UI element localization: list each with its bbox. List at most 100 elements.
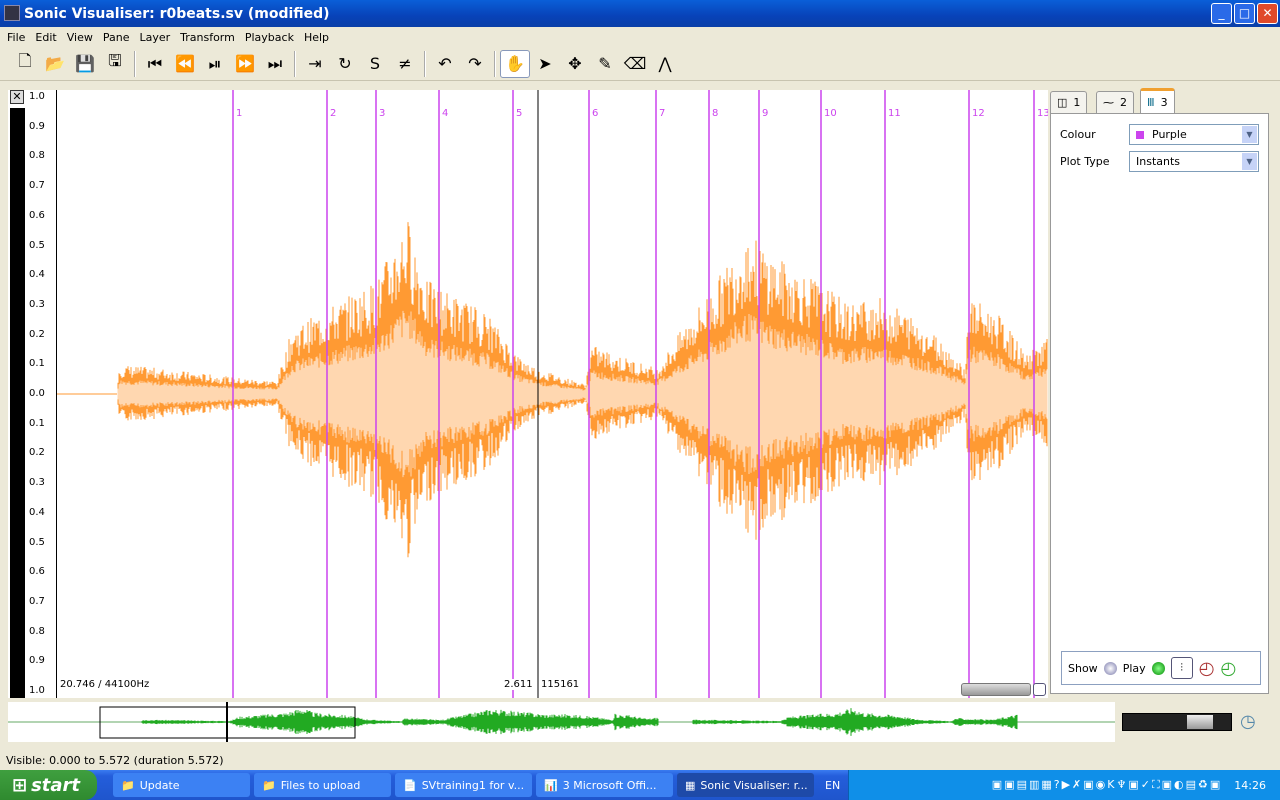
pane-side-bar (10, 108, 25, 698)
task-label: Update (139, 778, 180, 792)
start-button[interactable]: ⊞ start (0, 770, 97, 800)
move-icon[interactable]: ✥ (560, 50, 590, 78)
beat-label: 13 (1037, 108, 1048, 119)
instants-icon: Ⅲ (1147, 95, 1155, 109)
undo-icon[interactable]: ↶ (430, 50, 460, 78)
taskbar-item[interactable]: 📁 Update (113, 773, 250, 797)
scale-tick: 0.4 (29, 269, 45, 281)
scale-tick: 0.1 (29, 417, 45, 429)
menu-edit[interactable]: Edit (35, 31, 56, 44)
scale-tick: 0.3 (29, 298, 45, 310)
tab-label: 1 (1073, 96, 1081, 109)
beat-label: 3 (379, 108, 385, 119)
minimize-button[interactable]: _ (1211, 3, 1232, 24)
colour-label: Colour (1060, 128, 1096, 141)
close-pane-icon[interactable]: ✕ (10, 90, 24, 104)
new-file-icon[interactable]: 🗋 (10, 50, 40, 78)
taskbar-item[interactable]: 📄 SVtraining1 for v... (395, 773, 532, 797)
tab-label: 2 (1120, 96, 1127, 109)
taskbar-item[interactable]: 📊 3 Microsoft Offi... (536, 773, 673, 797)
menu-pane[interactable]: Pane (103, 31, 130, 44)
solo-icon[interactable]: S (360, 50, 390, 78)
scale-tick: 0.9 (29, 655, 45, 667)
app-icon (4, 5, 20, 21)
task-icon: 📄 (403, 778, 417, 792)
scale-tick: 0.7 (29, 595, 45, 607)
playback-speed-slider[interactable] (1122, 713, 1232, 731)
scale-tick: 0.8 (29, 625, 45, 637)
overview-pane[interactable] (8, 702, 1115, 742)
task-icon: ▦ (685, 778, 696, 792)
play-selection-icon[interactable]: ⇥ (300, 50, 330, 78)
fast-forward-end-icon[interactable]: ⏭ (260, 50, 290, 78)
navigate-hand-icon[interactable]: ✋ (500, 49, 530, 78)
show-label: Show (1068, 661, 1098, 675)
zoom-wheel[interactable] (961, 683, 1031, 696)
scale-tick: 0.8 (29, 150, 45, 162)
save-icon[interactable]: 💾 (70, 50, 100, 78)
scale-tick: 0.1 (29, 358, 45, 370)
task-icon: 📁 (262, 778, 276, 792)
menu-transform[interactable]: Transform (180, 31, 235, 44)
scale-tick: 0.7 (29, 180, 45, 192)
chevron-down-icon: ▼ (1242, 153, 1257, 170)
taskbar-item[interactable]: ▦ Sonic Visualiser: r... (677, 773, 814, 797)
task-label: 3 Microsoft Offi... (562, 778, 657, 792)
waveform-icon: ⁓ (1103, 96, 1114, 109)
plugin-settings-icon[interactable]: ⫶ (1170, 657, 1193, 679)
loop-icon[interactable]: ↻ (330, 50, 360, 78)
beat-label: 6 (592, 108, 598, 119)
speed-dial-icon[interactable]: ◷ (1240, 711, 1256, 732)
taskbar-item[interactable]: 📁 Files to upload (254, 773, 391, 797)
play-toggle[interactable] (1151, 661, 1165, 675)
speed-icon[interactable]: ≠ (390, 50, 420, 78)
slider-handle[interactable] (1187, 715, 1213, 729)
menu-bar: File Edit View Pane Layer Transform Playback He… (0, 27, 1280, 47)
rewind-icon[interactable]: ⏪ (170, 50, 200, 78)
show-toggle[interactable] (1103, 661, 1117, 675)
plot-type-select[interactable]: Instants ▼ (1129, 151, 1259, 172)
measure-icon[interactable]: ⋀ (650, 50, 680, 78)
pan-dial-icon[interactable]: ◴ (1220, 658, 1236, 679)
rewind-start-icon[interactable]: ⏮ (140, 50, 170, 78)
tab-waveform-2[interactable]: ⁓ 2 (1096, 91, 1134, 113)
menu-help[interactable]: Help (304, 31, 329, 44)
menu-view[interactable]: View (67, 31, 93, 44)
select-arrow-icon[interactable]: ➤ (530, 50, 560, 78)
colour-value: Purple (1152, 128, 1187, 141)
scale-tick: 0.2 (29, 447, 45, 459)
close-button[interactable]: ✕ (1257, 3, 1278, 24)
toolbar-separator (424, 50, 426, 77)
menu-playback[interactable]: Playback (245, 31, 294, 44)
redo-icon[interactable]: ↷ (460, 50, 490, 78)
colour-select[interactable]: Purple ▼ (1129, 124, 1259, 145)
task-label: Files to upload (280, 778, 361, 792)
open-folder-icon[interactable]: 📂 (40, 50, 70, 78)
chevron-down-icon: ▼ (1242, 126, 1257, 143)
scale-tick: 0.6 (29, 209, 45, 221)
toolbar-separator (294, 50, 296, 77)
tab-instants-3[interactable]: Ⅲ3 (1140, 88, 1175, 113)
menu-layer[interactable]: Layer (139, 31, 170, 44)
play-pause-icon[interactable]: ⏯ (200, 50, 230, 78)
tray-icons[interactable]: ▣▣▤▥▦?▶✗▣◉K♆▣✓⛶▣◐▤♻▣ (992, 778, 1223, 792)
clock: 14:26 (1234, 778, 1266, 792)
draw-pencil-icon[interactable]: ✎ (590, 50, 620, 78)
tab-label: 3 (1160, 95, 1168, 109)
erase-icon[interactable]: ⌫ (620, 50, 650, 78)
language-indicator[interactable]: EN (825, 779, 840, 792)
plot-type-value: Instants (1136, 155, 1181, 168)
toolbar: 🗋 📂 💾 🖫 ⏮ ⏪ ⏯ ⏩ ⏭ ⇥ ↻ S ≠ ↶ ↷ ✋ ➤ ✥ ✎ ⌫ ⋀ (0, 47, 1280, 81)
colour-swatch (1136, 130, 1144, 139)
plot-type-label: Plot Type (1060, 155, 1110, 168)
waveform-canvas[interactable]: 1 2 3 4 5 6 7 8 9 10 11 12 13 (57, 90, 1048, 698)
scale-tick: 0.6 (29, 566, 45, 578)
fast-forward-icon[interactable]: ⏩ (230, 50, 260, 78)
gain-dial-icon[interactable]: ◴ (1199, 658, 1215, 679)
save-as-icon[interactable]: 🖫 (100, 50, 130, 78)
zoom-reset-button[interactable] (1033, 683, 1046, 696)
maximize-button[interactable]: □ (1234, 3, 1255, 24)
scale-tick: 0.2 (29, 328, 45, 340)
tab-pane-1[interactable]: ◫ 1 (1050, 91, 1088, 113)
menu-file[interactable]: File (7, 31, 25, 44)
